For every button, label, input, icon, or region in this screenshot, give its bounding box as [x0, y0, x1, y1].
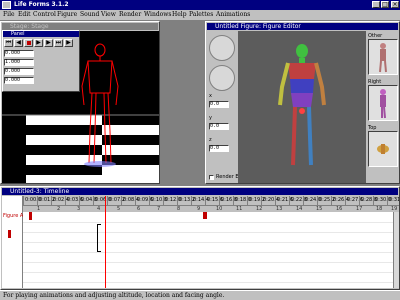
keyframe-figure-start[interactable] — [29, 212, 32, 220]
menu-edit[interactable]: Edit — [18, 11, 31, 19]
ruler-tick: 0:31.2 — [387, 196, 399, 205]
app-title: Life Forms 3.1.2 — [14, 1, 69, 8]
menu-figure[interactable]: Figure — [57, 11, 77, 19]
playhead-marker[interactable] — [105, 196, 106, 288]
panel-title: Panel — [11, 31, 25, 37]
stop-button[interactable] — [24, 39, 33, 47]
step-back-button[interactable]: ◀ — [14, 39, 23, 47]
panel-palette: Panel ⏮ ◀ ▶ ▶ ⏭ ▶ 0.000 1.000 0.000 0.00… — [2, 30, 80, 92]
menu-bar: File Edit Control Figure Sound View Rend… — [0, 10, 400, 20]
menu-view[interactable]: View — [101, 11, 116, 19]
panel-title-bar: Panel — [3, 31, 79, 37]
editor-3d-view[interactable] — [238, 31, 366, 183]
view-other-thumbnail[interactable] — [368, 39, 398, 75]
menu-windows[interactable]: Windows — [144, 11, 172, 19]
stage-window-title: Stage: Stage — [2, 23, 158, 30]
dial-x-value[interactable]: 0.0 — [209, 101, 229, 108]
view-top-thumbnail[interactable] — [368, 131, 398, 167]
dial-z-label: z — [209, 137, 212, 143]
fast-forward-button[interactable]: ⏭ — [54, 39, 63, 47]
menu-render[interactable]: Render — [119, 11, 141, 19]
app-title-bar: Life Forms 3.1.2 _ □ × — [0, 0, 400, 10]
rewind-button[interactable]: ⏮ — [4, 39, 13, 47]
figure-editor-window: Untitled Figure: Figure Editor x 0.0 y 0… — [205, 21, 400, 184]
panel-field-2[interactable]: 1.000 — [4, 59, 34, 66]
step-forward-button[interactable]: ▶ — [44, 39, 53, 47]
stop-icon — [27, 41, 31, 45]
maximize-icon[interactable]: □ — [381, 1, 389, 8]
view-right-thumbnail[interactable] — [368, 85, 398, 121]
loop-button[interactable]: ▶ — [64, 39, 73, 47]
menu-sound[interactable]: Sound — [80, 11, 99, 19]
app-icon — [2, 1, 11, 9]
rotation-dial-2[interactable] — [209, 65, 235, 91]
timeline-ruler: 0:00.0 0:01.2 0:02.4 0:03.6 0:04.8 0:06.… — [23, 196, 399, 206]
status-text: For playing animations and adjusting alt… — [3, 292, 225, 299]
status-bar: For playing animations and adjusting alt… — [0, 290, 400, 300]
dial-y-value[interactable]: 0.0 — [209, 123, 229, 130]
panel-field-1[interactable]: 0.000 — [4, 50, 34, 57]
menu-file[interactable]: File — [3, 11, 15, 19]
menu-animations[interactable]: Animations — [216, 11, 250, 19]
timeline-scrollbar[interactable] — [393, 212, 399, 288]
track-area[interactable] — [23, 212, 393, 288]
dial-y-label: y — [209, 115, 212, 121]
menu-palettes[interactable]: Palettes — [189, 11, 213, 19]
selection-bracket[interactable] — [97, 224, 101, 252]
play-button[interactable]: ▶ — [34, 39, 43, 47]
panel-field-4[interactable]: 0.000 — [4, 77, 34, 84]
menu-help[interactable]: Help — [172, 11, 187, 19]
menu-control[interactable]: Control — [33, 11, 56, 19]
dial-z-value[interactable]: 0.0 — [209, 145, 229, 152]
track-keyframe-icon — [8, 230, 11, 238]
minimize-icon[interactable]: _ — [372, 1, 380, 8]
stage-window: Stage: Stage Panel ⏮ ◀ ▶ ▶ ⏭ ▶ 0.000 1.0… — [0, 21, 160, 184]
view-panels: Other Right Top — [367, 31, 399, 183]
timeline-window: Untitled-3: Timeline 0:00.0 0:01.2 0:02.… — [0, 186, 400, 290]
editor-figure — [278, 44, 326, 166]
panel-field-3[interactable]: 0.000 — [4, 68, 34, 75]
figure-editor-title: Untitled Figure: Figure Editor — [207, 23, 398, 30]
render-edit-checkbox[interactable] — [209, 175, 214, 180]
editor-controls: x 0.0 y 0.0 z 0.0 Render Edit — [207, 31, 245, 183]
rotation-dial-1[interactable] — [209, 35, 235, 61]
dial-x-label: x — [209, 93, 212, 99]
timeline-title: Untitled-3: Timeline — [2, 188, 398, 195]
close-icon[interactable]: × — [391, 1, 399, 8]
keyframe-figure-end[interactable] — [203, 212, 207, 219]
track-label-figure-a[interactable]: Figure A — [3, 213, 23, 219]
track-label-column: Figure A — [2, 196, 23, 288]
